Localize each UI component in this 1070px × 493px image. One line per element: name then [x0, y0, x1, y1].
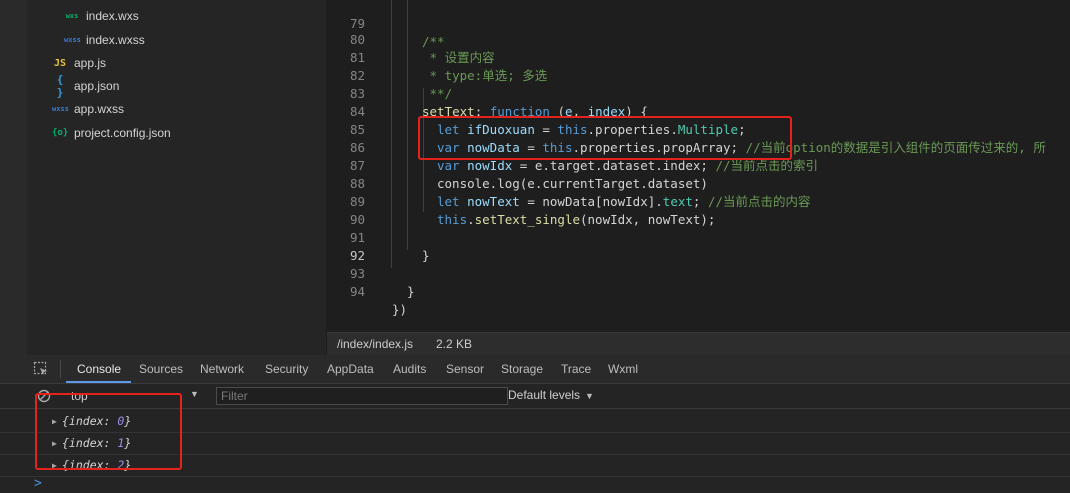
file-explorer: wxs index.wxs wxss index.wxss JS app.js … — [0, 0, 326, 355]
code-line: 94 }) — [349, 284, 408, 317]
expand-triangle-icon[interactable]: ▶ — [52, 455, 57, 476]
file-size: 2.2 KB — [436, 337, 473, 351]
context-value: top — [71, 389, 88, 403]
file-item-app-json[interactable]: { } app.json — [52, 73, 120, 99]
log-levels-selector[interactable]: Default levels ▼ — [508, 388, 594, 402]
console-log-entry[interactable]: ▶ {index: 0} — [0, 411, 1070, 433]
file-item-index-wxss[interactable]: wxss index.wxss — [64, 30, 145, 50]
code-editor[interactable]: 79 /** 80 * 设置内容 81 * type:单选; 多选 82 **/… — [327, 0, 1070, 332]
code-line: 93 } — [349, 266, 415, 299]
file-label: app.wxss — [74, 102, 125, 116]
tab-console[interactable]: Console — [77, 355, 121, 383]
tab-trace[interactable]: Trace — [561, 355, 591, 383]
tab-audits[interactable]: Audits — [393, 355, 426, 383]
tab-divider — [60, 360, 61, 378]
code-line: 86 var nowIdx = e.target.dataset.index; … — [349, 140, 819, 173]
tab-network[interactable]: Network — [200, 355, 244, 383]
dropdown-arrow-icon: ▼ — [190, 389, 199, 399]
config-file-icon: {o} — [52, 128, 69, 138]
tab-sensor[interactable]: Sensor — [446, 355, 484, 383]
code-line: 84 let ifDuoxuan = this.properties.Multi… — [349, 104, 746, 137]
wxs-file-icon: wxs — [65, 12, 79, 20]
file-item-project-config[interactable]: {o} project.config.json — [52, 123, 171, 143]
tab-sources[interactable]: Sources — [139, 355, 183, 383]
log-levels-label: Default levels — [508, 388, 581, 402]
context-selector[interactable]: top ▼ — [64, 387, 204, 405]
code-line-current: 92 — [349, 248, 365, 263]
expand-triangle-icon[interactable]: ▶ — [52, 411, 57, 432]
clear-console-icon[interactable] — [37, 389, 51, 403]
console-log-entry[interactable]: ▶ {index: 1} — [0, 433, 1070, 455]
file-label: index.wxs — [86, 9, 139, 23]
file-label: app.json — [74, 79, 120, 93]
dropdown-arrow-icon: ▼ — [585, 391, 594, 401]
code-line: 90 — [349, 212, 365, 227]
editor-status-bar: /index/index.js 2.2 KB — [327, 332, 1070, 356]
console-toolbar: top ▼ Default levels ▼ — [0, 384, 1070, 409]
filter-input[interactable] — [216, 387, 508, 405]
file-item-app-js[interactable]: JS app.js — [52, 53, 106, 73]
js-file-icon: JS — [53, 57, 67, 69]
inspect-element-icon[interactable] — [33, 361, 49, 377]
file-item-index-wxs[interactable]: wxs index.wxs — [64, 6, 139, 26]
file-item-app-wxss[interactable]: wxss app.wxss — [52, 99, 124, 119]
code-line: 81 * type:单选; 多选 — [349, 50, 548, 83]
wxss-file-icon: wxss — [52, 105, 69, 113]
code-line: 89 this.setText_single(nowIdx, nowText); — [349, 194, 716, 227]
code-line: 85 var nowData = this.properties.propArr… — [349, 122, 1046, 155]
tab-appdata[interactable]: AppData — [327, 355, 374, 383]
code-line: 88 let nowText = nowData[nowIdx].text; /… — [349, 176, 811, 209]
code-line: 91 } — [349, 230, 430, 263]
file-path: /index/index.js — [337, 337, 414, 351]
devtools-tab-bar: Console Sources Network Security AppData… — [0, 355, 1070, 384]
wxss-file-icon: wxss — [64, 36, 81, 44]
file-label: project.config.json — [74, 126, 171, 140]
code-line: 82 **/ — [349, 68, 453, 101]
activity-bar — [0, 0, 27, 355]
expand-triangle-icon[interactable]: ▶ — [52, 433, 57, 454]
tab-security[interactable]: Security — [265, 355, 308, 383]
code-line: 87 console.log(e.currentTarget.dataset) — [349, 158, 708, 191]
tab-storage[interactable]: Storage — [501, 355, 543, 383]
tab-wxml[interactable]: Wxml — [608, 355, 638, 383]
json-file-icon: { } — [56, 73, 64, 99]
code-line: 83 setText: function (e, index) { — [349, 86, 648, 119]
devtools-panel: Console Sources Network Security AppData… — [0, 355, 1070, 493]
file-label: index.wxss — [86, 33, 145, 47]
code-line: 80 * 设置内容 — [349, 32, 495, 65]
console-prompt[interactable]: > — [34, 476, 42, 491]
file-label: app.js — [74, 56, 107, 70]
console-log-entry[interactable]: ▶ {index: 2} — [0, 455, 1070, 477]
active-tab-indicator — [66, 381, 131, 383]
